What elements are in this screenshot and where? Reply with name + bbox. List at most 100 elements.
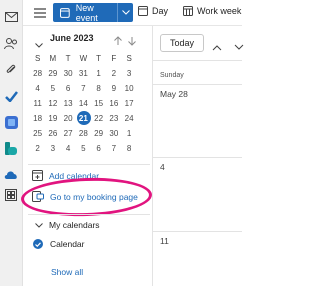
weekday-column-header: Sunday (160, 72, 184, 79)
weekday-header: S (34, 54, 41, 63)
day-cell[interactable]: 17 (122, 97, 137, 110)
day-cell[interactable]: 4 (61, 142, 76, 155)
weekday-header: S (126, 54, 132, 63)
calendar-add-icon (32, 170, 43, 181)
weekday-header-row: S M T W T F S (30, 54, 150, 63)
todo-icon[interactable] (4, 89, 18, 103)
week-row: 28 29 30 31 1 2 3 (30, 67, 150, 80)
day-cell[interactable]: 2 (30, 142, 45, 155)
day-cell[interactable]: 15 (91, 97, 106, 110)
selected-day-cell[interactable]: 21 (76, 111, 91, 125)
people-icon[interactable] (4, 37, 18, 51)
pane-divider (152, 26, 153, 286)
month-cell-date[interactable]: 4 (160, 162, 165, 172)
day-cell[interactable]: 6 (61, 82, 76, 95)
toolbar-divider (23, 25, 242, 26)
day-cell[interactable]: 28 (76, 127, 91, 140)
day-cell[interactable]: 25 (30, 127, 45, 140)
apps-icon[interactable] (4, 188, 18, 202)
day-cell[interactable]: 23 (106, 112, 121, 125)
day-cell[interactable]: 29 (45, 67, 60, 80)
day-view-button[interactable]: Day (138, 6, 168, 16)
main-header-divider (153, 60, 242, 61)
day-cell[interactable]: 26 (45, 127, 60, 140)
day-cell[interactable]: 5 (45, 82, 60, 95)
booking-page-link[interactable]: Go to my booking page (32, 191, 138, 202)
teams-icon[interactable] (4, 115, 18, 129)
new-event-label: New event (75, 2, 98, 23)
day-cell[interactable]: 31 (76, 67, 91, 80)
checkbox-checked-icon[interactable] (33, 239, 43, 249)
week-divider (153, 231, 242, 232)
day-cell[interactable]: 4 (30, 82, 45, 95)
week-row: 2 3 4 5 6 7 8 (30, 142, 150, 155)
day-cell[interactable]: 14 (76, 97, 91, 110)
new-event-icon (60, 7, 70, 18)
add-calendar-link[interactable]: Add calendar (32, 170, 99, 181)
week-divider (153, 157, 242, 158)
weekday-header: T (96, 54, 102, 63)
my-calendars-label: My calendars (49, 220, 100, 230)
day-cell[interactable]: 3 (122, 67, 137, 80)
booking-page-label: Go to my booking page (50, 191, 138, 202)
calendar-list-item[interactable]: Calendar (33, 239, 85, 249)
attachment-icon[interactable] (4, 63, 18, 77)
add-calendar-label: Add calendar (49, 170, 100, 181)
my-calendars-header[interactable]: My calendars (35, 220, 100, 230)
new-event-button[interactable]: New event (53, 2, 133, 23)
week-row: 25 26 27 28 29 30 1 (30, 127, 150, 140)
day-cell[interactable]: 12 (45, 97, 60, 110)
chevron-up-icon[interactable] (212, 38, 222, 51)
day-cell[interactable]: 8 (122, 142, 137, 155)
day-cell[interactable]: 19 (45, 112, 60, 125)
day-cell[interactable]: 1 (122, 127, 137, 140)
day-cell[interactable]: 3 (45, 142, 60, 155)
day-cell[interactable]: 7 (106, 142, 121, 155)
chevron-down-icon[interactable] (234, 38, 244, 50)
day-cell[interactable]: 10 (122, 82, 137, 95)
day-cell[interactable]: 24 (122, 112, 137, 125)
day-cell[interactable]: 1 (91, 67, 106, 80)
day-cell[interactable]: 5 (76, 142, 91, 155)
collapse-chevron-icon[interactable] (35, 35, 43, 48)
mail-icon[interactable] (4, 10, 18, 24)
day-cell[interactable]: 2 (106, 67, 121, 80)
day-cell[interactable]: 11 (30, 97, 45, 110)
day-cell[interactable]: 8 (91, 82, 106, 95)
day-cell[interactable]: 30 (106, 127, 121, 140)
chevron-down-icon (35, 222, 43, 228)
mini-calendar-title[interactable]: June 2023 (50, 33, 94, 43)
calendar-day-icon (138, 6, 148, 16)
onedrive-icon[interactable] (4, 167, 18, 181)
month-cell-date[interactable]: May 28 (160, 89, 188, 99)
day-cell[interactable]: 13 (61, 97, 76, 110)
new-event-dropdown-button[interactable] (118, 3, 133, 22)
week-row: 18 19 20 21 22 23 24 (30, 111, 150, 125)
day-cell[interactable]: 27 (61, 127, 76, 140)
day-cell[interactable]: 22 (91, 112, 106, 125)
arrow-up-icon[interactable] (113, 33, 123, 45)
show-all-link[interactable]: Show all (51, 267, 83, 277)
month-cell-date[interactable]: 11 (160, 236, 169, 246)
day-cell[interactable]: 7 (76, 82, 91, 95)
day-cell[interactable]: 28 (30, 67, 45, 80)
day-view-label: Day (152, 6, 169, 16)
work-week-view-button[interactable]: Work week (183, 6, 241, 16)
day-cell[interactable]: 30 (61, 67, 76, 80)
left-pane-divider (28, 164, 150, 165)
app-rail (0, 0, 23, 286)
calendar-item-label: Calendar (50, 239, 85, 249)
today-button[interactable]: Today (160, 34, 204, 52)
hamburger-menu-icon[interactable] (33, 6, 49, 20)
work-week-view-label: Work week (197, 6, 242, 16)
bookings-icon[interactable] (4, 141, 18, 155)
day-cell[interactable]: 20 (61, 112, 76, 125)
booking-page-icon (32, 191, 44, 202)
day-cell[interactable]: 29 (91, 127, 106, 140)
day-cell[interactable]: 18 (30, 112, 45, 125)
calendar-week-icon (183, 6, 193, 16)
day-cell[interactable]: 6 (91, 142, 106, 155)
day-cell[interactable]: 16 (106, 97, 121, 110)
day-cell[interactable]: 9 (106, 82, 121, 95)
arrow-down-icon[interactable] (127, 33, 137, 46)
